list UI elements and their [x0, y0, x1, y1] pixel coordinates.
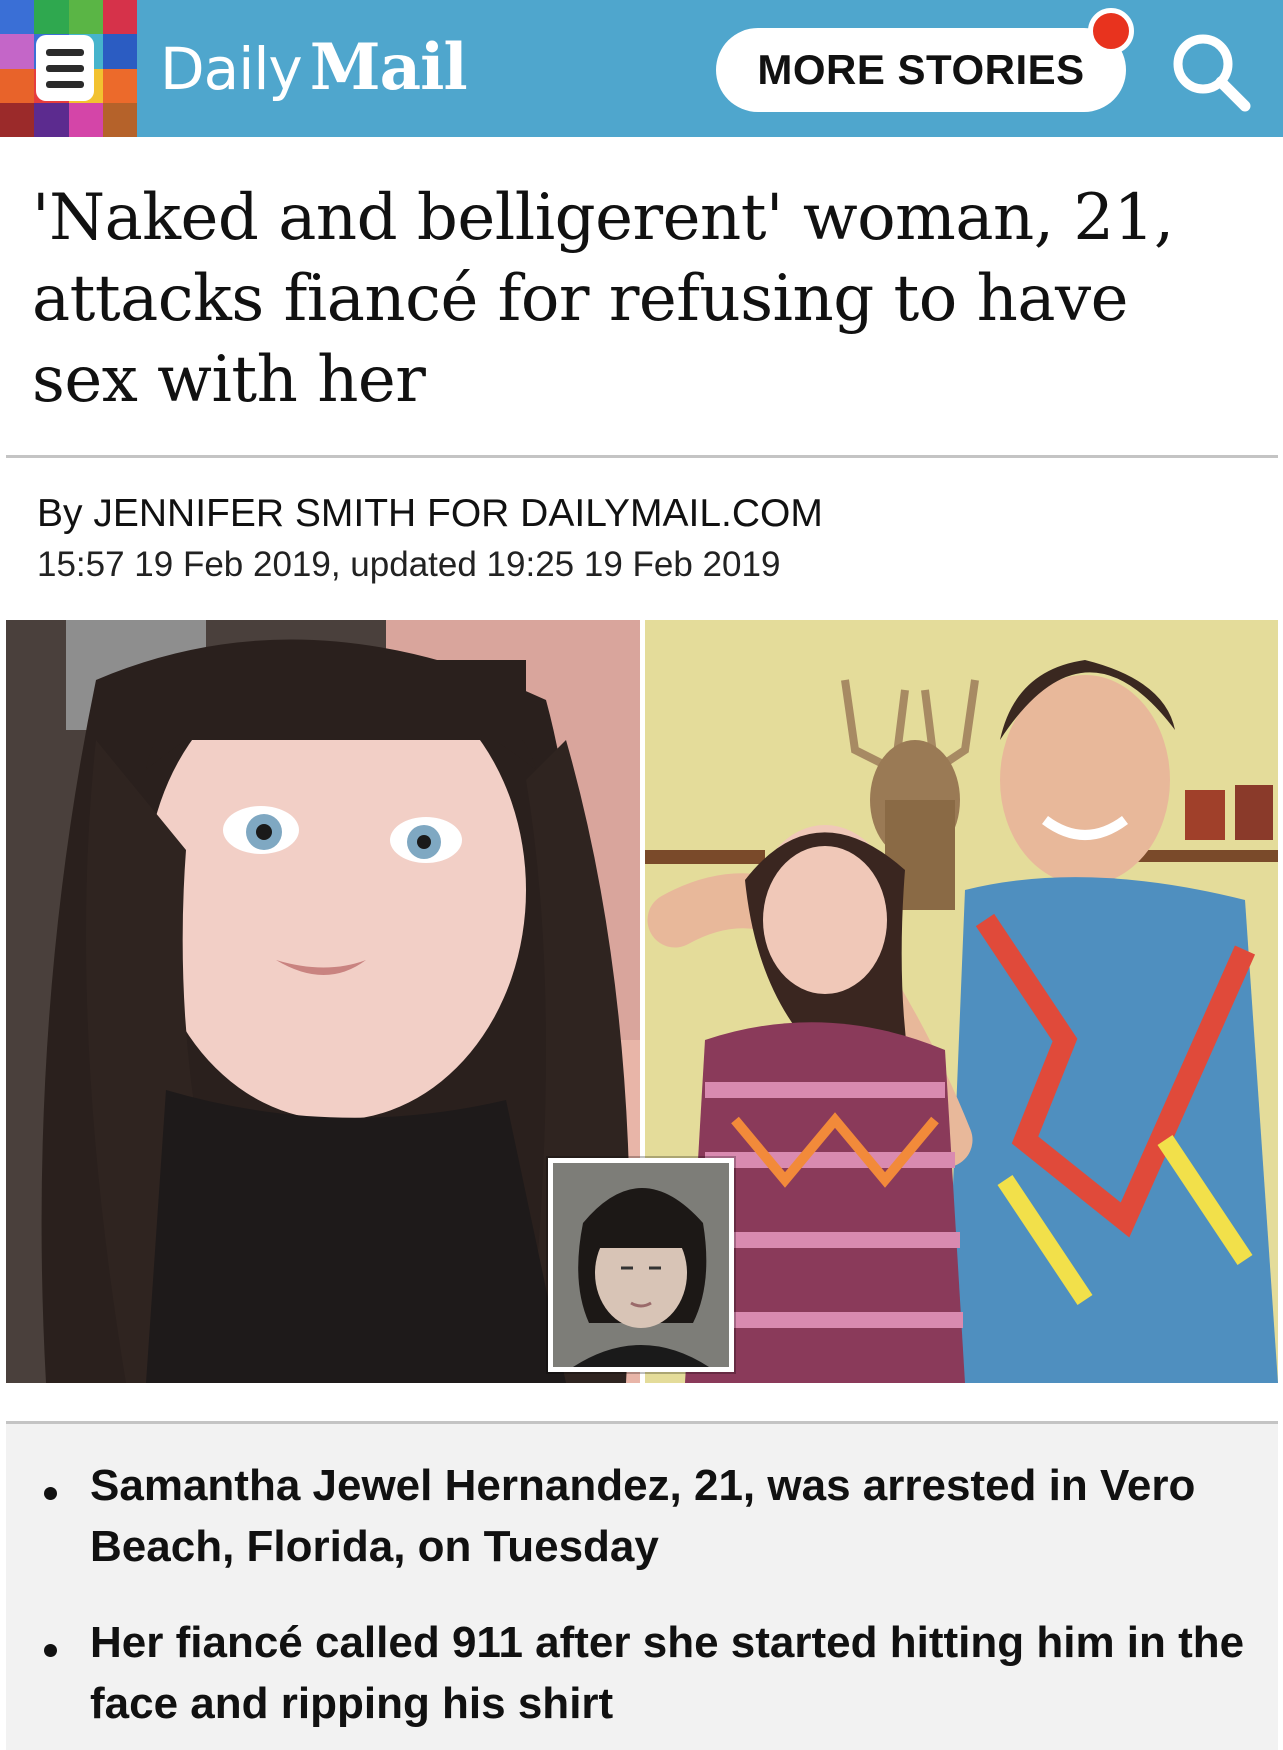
menu-tile-square — [0, 34, 35, 69]
menu-tile-square — [0, 68, 35, 103]
menu-tile-square — [68, 102, 103, 137]
mugshot-inset[interactable] — [548, 1158, 734, 1372]
summary-bullet: Samantha Jewel Hernandez, 21, was arrest… — [90, 1461, 1196, 1571]
summary-bullet: Her fiancé called 911 after she started … — [90, 1618, 1245, 1728]
menu-tile-square — [102, 68, 137, 103]
site-logo[interactable]: Daily Mail — [160, 30, 468, 110]
bullet-marker — [44, 1487, 57, 1500]
menu-tile-square — [68, 0, 103, 35]
menu-tile-square — [34, 0, 69, 35]
notification-dot — [1088, 8, 1134, 54]
menu-tile-square — [34, 102, 69, 137]
article-byline[interactable]: By JENNIFER SMITH FOR DAILYMAIL.COM — [37, 492, 823, 536]
selfie-illustration — [6, 620, 640, 1383]
more-stories-button[interactable]: MORE STORIES — [716, 28, 1126, 112]
menu-tile-square — [102, 102, 137, 137]
logo-daily-text: Daily — [160, 35, 303, 103]
mugshot-illustration — [553, 1163, 729, 1367]
menu-tile-square — [0, 0, 35, 35]
menu-tile-square — [0, 102, 35, 137]
bullet-marker — [44, 1644, 57, 1657]
headline-divider — [6, 455, 1278, 458]
photo-couple[interactable] — [645, 620, 1278, 1383]
article-headline: 'Naked and belligerent' woman, 21, attac… — [32, 181, 1174, 417]
site-header: Daily Mail MORE STORIES — [0, 0, 1283, 137]
logo-mail-text: Mail — [309, 30, 468, 105]
menu-tile-square — [102, 34, 137, 69]
search-icon[interactable] — [1165, 26, 1255, 116]
photo-woman-selfie[interactable] — [6, 620, 640, 1383]
menu-button[interactable] — [0, 0, 137, 137]
menu-tile-square — [102, 0, 137, 35]
article-dateline: 15:57 19 Feb 2019, updated 19:25 19 Feb … — [37, 545, 781, 584]
hamburger-icon — [36, 35, 94, 101]
couple-illustration — [645, 620, 1278, 1383]
